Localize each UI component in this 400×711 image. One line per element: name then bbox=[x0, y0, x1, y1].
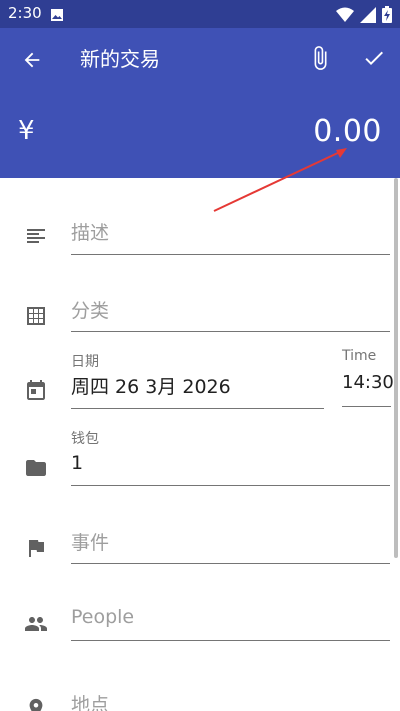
system-indicators bbox=[336, 6, 392, 23]
description-row: 描述 bbox=[0, 210, 400, 256]
people-row: People bbox=[0, 598, 400, 644]
flag-icon bbox=[22, 534, 50, 562]
description-input[interactable]: 描述 bbox=[71, 218, 390, 255]
people-input[interactable]: People bbox=[71, 606, 390, 641]
check-icon bbox=[365, 51, 383, 65]
grid-icon bbox=[22, 302, 50, 330]
time-value: 14:30 bbox=[342, 372, 394, 393]
date-input[interactable]: 周四 26 3月 2026 bbox=[71, 372, 324, 409]
category-placeholder: 分类 bbox=[71, 300, 110, 322]
image-notification-icon bbox=[50, 7, 64, 26]
status-bar: 2:30 bbox=[0, 0, 400, 28]
app-bar: 新的交易 ¥ 0.00 bbox=[0, 28, 400, 178]
folder-icon bbox=[22, 454, 50, 482]
wallet-row: 钱包 1 bbox=[0, 426, 400, 488]
date-time-row: 日期 周四 26 3月 2026 Time 14:30 bbox=[0, 346, 400, 410]
date-label: 日期 bbox=[71, 354, 99, 370]
amount-field[interactable]: 0.00 bbox=[313, 114, 382, 149]
currency-symbol[interactable]: ¥ bbox=[18, 116, 35, 146]
wallet-input[interactable]: 1 bbox=[71, 452, 390, 486]
attachment-icon bbox=[314, 46, 327, 70]
description-placeholder: 描述 bbox=[71, 222, 110, 244]
event-input[interactable]: 事件 bbox=[71, 528, 390, 564]
scrollbar[interactable] bbox=[394, 178, 398, 558]
event-row: 事件 bbox=[0, 520, 400, 566]
category-input[interactable]: 分类 bbox=[71, 296, 390, 332]
place-input[interactable]: 地点 bbox=[71, 690, 390, 711]
save-button[interactable] bbox=[358, 42, 390, 74]
calendar-icon bbox=[22, 376, 50, 404]
people-icon bbox=[22, 610, 50, 638]
location-pin-icon bbox=[22, 694, 50, 711]
status-time: 2:30 bbox=[8, 4, 42, 22]
arrow-back-icon bbox=[24, 52, 40, 68]
back-button[interactable] bbox=[16, 44, 48, 76]
event-placeholder: 事件 bbox=[71, 532, 110, 554]
people-placeholder: People bbox=[71, 606, 135, 628]
place-row: 地点 bbox=[0, 686, 400, 711]
attach-button[interactable] bbox=[304, 42, 336, 74]
wifi-icon bbox=[336, 7, 354, 22]
battery-icon bbox=[382, 6, 392, 23]
place-placeholder: 地点 bbox=[71, 694, 110, 711]
page-title: 新的交易 bbox=[80, 47, 160, 71]
time-label: Time bbox=[342, 348, 377, 364]
wallet-value: 1 bbox=[71, 452, 84, 474]
date-value: 周四 26 3月 2026 bbox=[71, 376, 231, 398]
signal-icon bbox=[360, 6, 376, 23]
time-input[interactable]: 14:30 bbox=[342, 372, 394, 407]
category-row: 分类 bbox=[0, 288, 400, 334]
wallet-label: 钱包 bbox=[71, 431, 99, 447]
description-icon bbox=[22, 222, 50, 250]
